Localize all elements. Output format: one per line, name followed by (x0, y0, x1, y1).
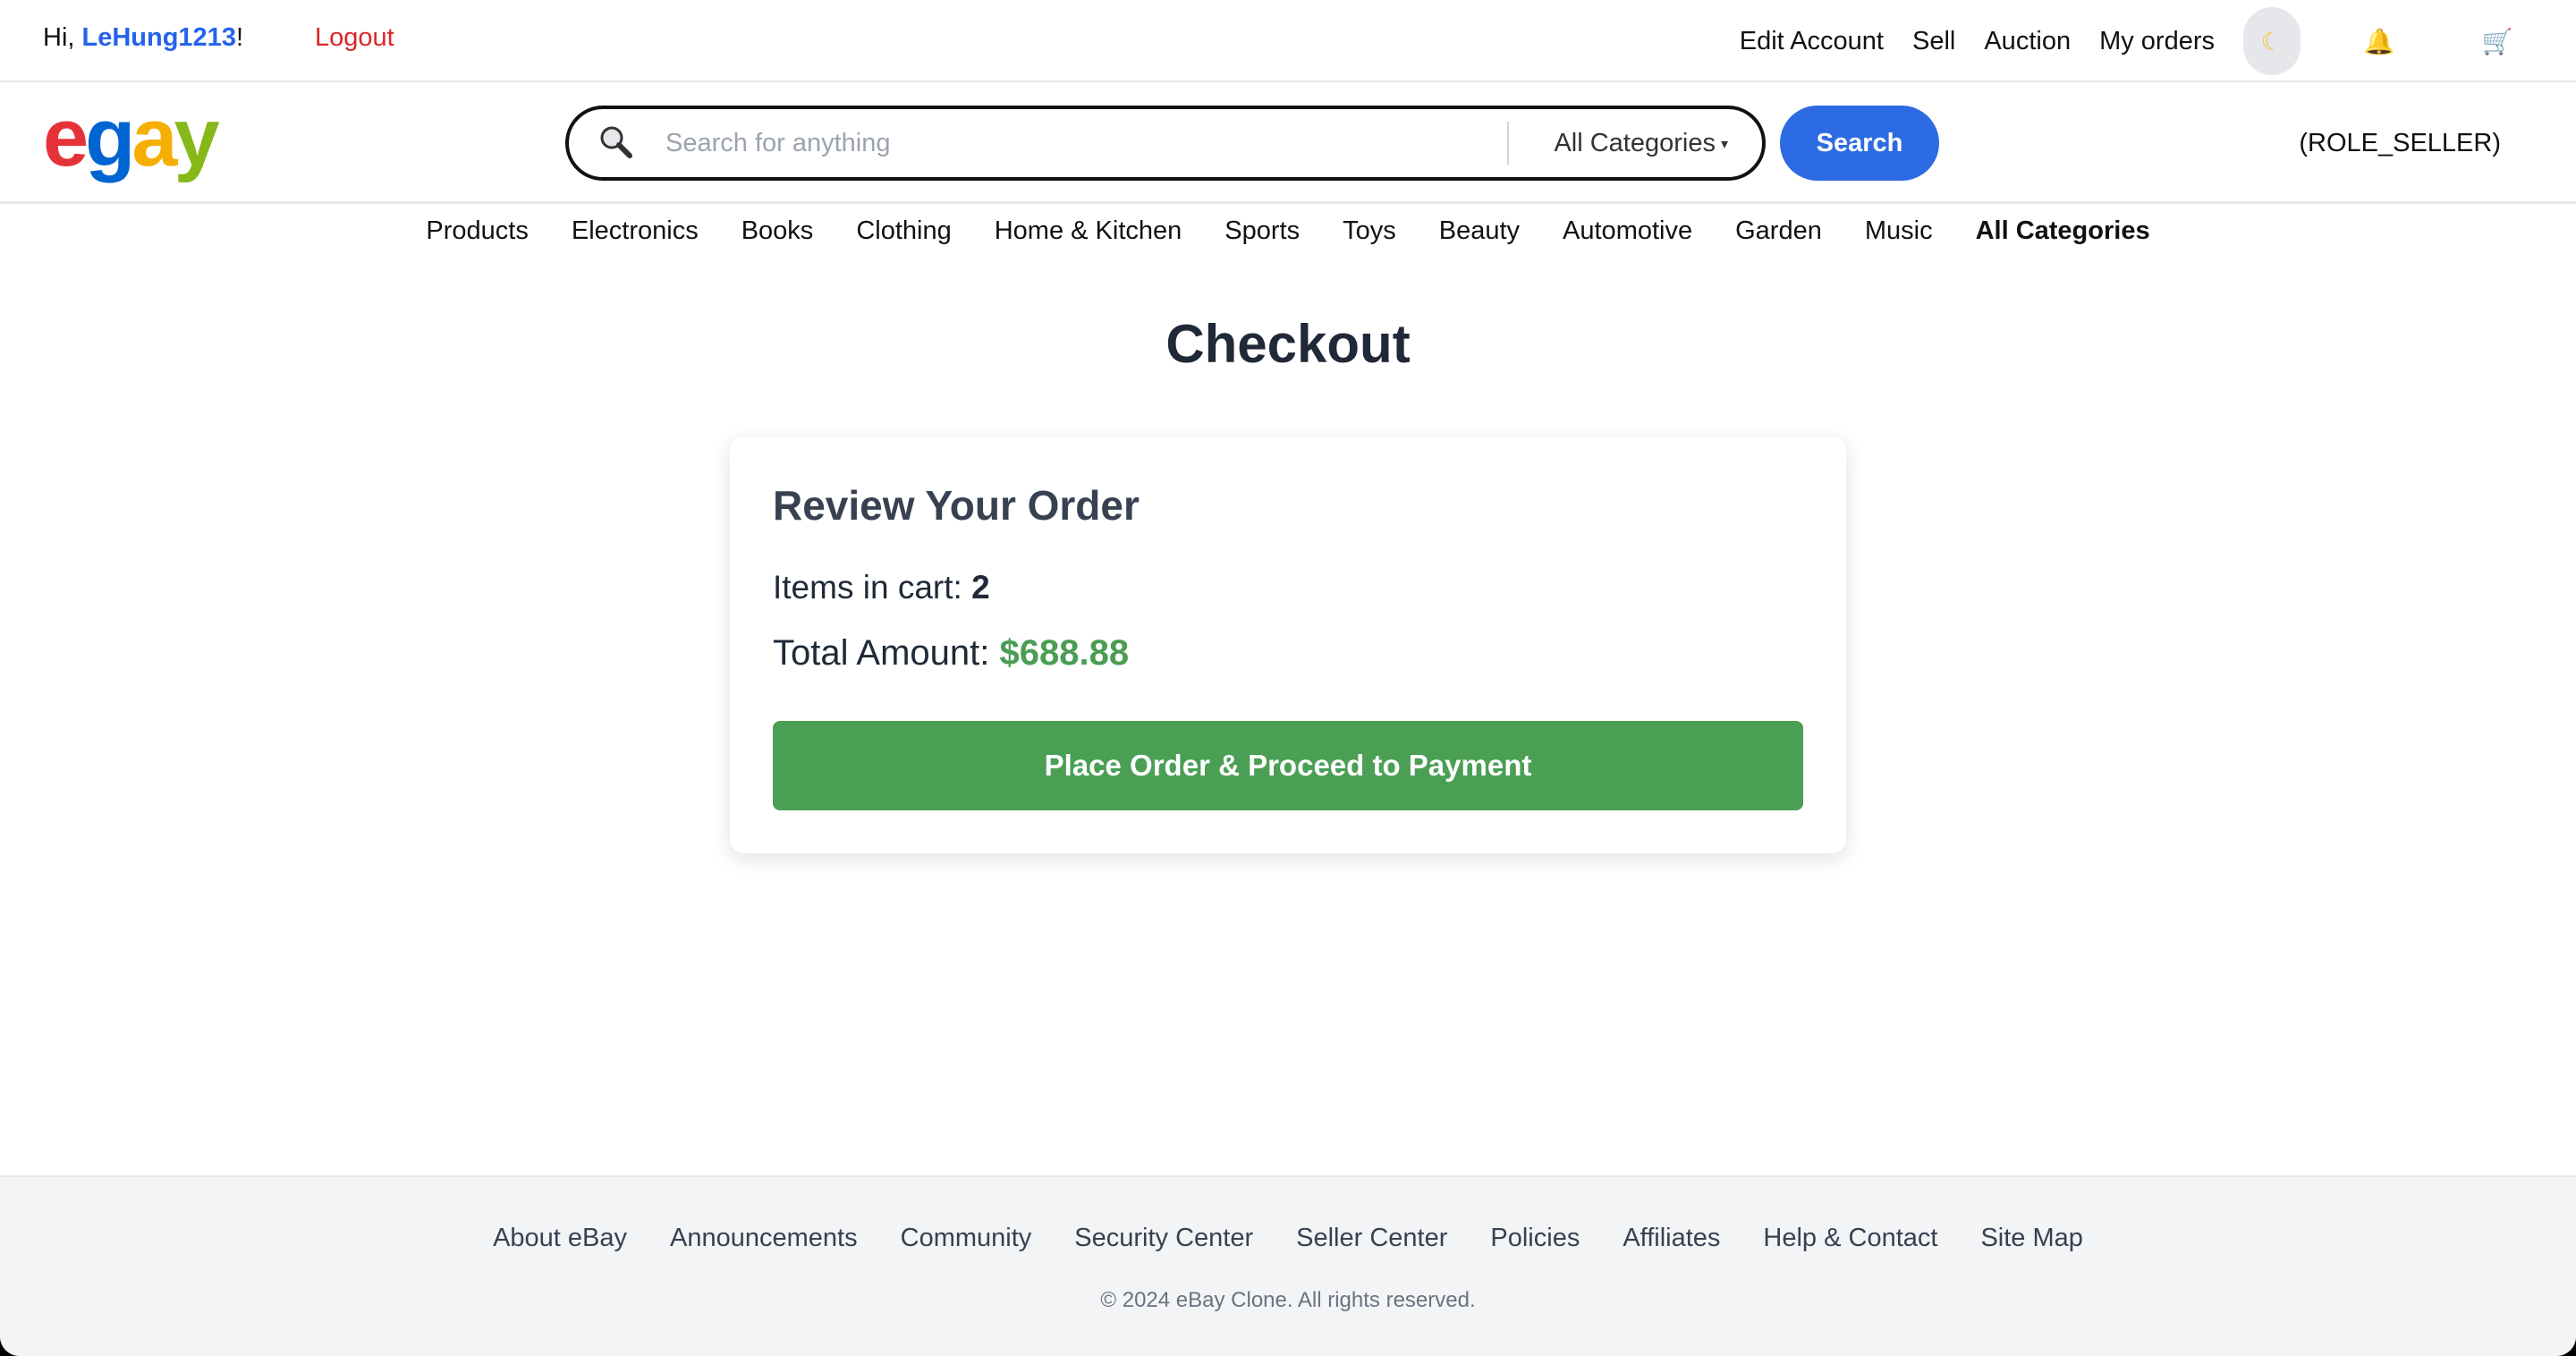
nav-item-beauty[interactable]: Beauty (1439, 216, 1520, 261)
logo[interactable]: egay (43, 97, 220, 179)
logout-link[interactable]: Logout (315, 23, 394, 53)
items-label: Items in cart: (773, 569, 972, 606)
nav-item-home-kitchen[interactable]: Home & Kitchen (995, 216, 1182, 261)
copyright: © 2024 eBay Clone. All rights reserved. (1100, 1288, 1476, 1312)
footer-link-help-contact[interactable]: Help & Contact (1763, 1224, 1937, 1253)
browser-window: Hi, LeHung1213! Logout Edit Account Sell… (0, 0, 2576, 1356)
header: egay All Categories▾ Search (ROLE_SELLER… (0, 82, 2576, 204)
greeting-suffix: ! (235, 23, 244, 52)
notifications-button[interactable]: 🔔 (2358, 27, 2401, 56)
total-value: $688.88 (999, 633, 1130, 673)
theme-toggle-button[interactable]: ☾ (2243, 7, 2301, 75)
total-amount: Total Amount: $688.88 (773, 633, 1129, 674)
footer-link-seller-center[interactable]: Seller Center (1296, 1224, 1447, 1253)
footer-link-about[interactable]: About eBay (493, 1224, 627, 1253)
order-review-card: Review Your Order Items in cart: 2 Total… (730, 436, 1846, 853)
nav-item-garden[interactable]: Garden (1735, 216, 1822, 261)
items-in-cart: Items in cart: 2 (773, 569, 990, 606)
logo-letter-g: g (85, 92, 135, 183)
total-label: Total Amount: (773, 633, 1000, 673)
nav-item-all-categories[interactable]: All Categories (1976, 216, 2150, 261)
footer-links: About eBay Announcements Community Secur… (0, 1224, 2576, 1253)
nav-item-automotive[interactable]: Automotive (1563, 216, 1692, 261)
place-order-button[interactable]: Place Order & Proceed to Payment (773, 721, 1803, 810)
nav-item-electronics[interactable]: Electronics (572, 216, 699, 261)
category-select-label: All Categories (1554, 128, 1716, 157)
auction-link[interactable]: Auction (1984, 27, 2071, 56)
footer-link-community[interactable]: Community (901, 1224, 1032, 1253)
footer-link-affiliates[interactable]: Affiliates (1623, 1224, 1720, 1253)
greeting-prefix: Hi, (43, 23, 82, 52)
search-icon (596, 122, 639, 165)
sell-link[interactable]: Sell (1912, 27, 1955, 56)
nav-item-sports[interactable]: Sports (1224, 216, 1300, 261)
nav-item-toys[interactable]: Toys (1343, 216, 1396, 261)
category-select[interactable]: All Categories ▾ (1509, 129, 1762, 158)
moon-icon: ☾ (2260, 27, 2284, 55)
username[interactable]: LeHung1213 (82, 23, 236, 52)
search-bar: All Categories▾ (565, 106, 1766, 181)
footer-link-policies[interactable]: Policies (1490, 1224, 1580, 1253)
card-heading: Review Your Order (773, 482, 1140, 529)
search-button[interactable]: Search (1780, 106, 1939, 181)
edit-account-link[interactable]: Edit Account (1740, 27, 1884, 56)
nav-item-books[interactable]: Books (741, 216, 814, 261)
chevron-down-icon: ▾ (1720, 136, 1728, 152)
footer-link-security-center[interactable]: Security Center (1074, 1224, 1253, 1253)
logo-letter-y: y (174, 92, 220, 183)
nav-item-music[interactable]: Music (1865, 216, 1933, 261)
greeting: Hi, LeHung1213! (43, 23, 243, 53)
page-title: Checkout (1165, 314, 1411, 374)
search-input[interactable] (639, 116, 1508, 170)
nav-item-clothing[interactable]: Clothing (856, 216, 951, 261)
category-nav: Products Electronics Books Clothing Home… (0, 216, 2576, 261)
cart-icon: 🛒 (2481, 27, 2513, 55)
items-count: 2 (971, 569, 990, 606)
cart-button[interactable]: 🛒 (2476, 27, 2519, 56)
footer-link-site-map[interactable]: Site Map (1980, 1224, 2082, 1253)
my-orders-link[interactable]: My orders (2099, 27, 2215, 56)
nav-item-products[interactable]: Products (426, 216, 528, 261)
top-links: Edit Account Sell Auction My orders ☾ 🔔 … (1740, 0, 2576, 82)
top-bar: Hi, LeHung1213! Logout Edit Account Sell… (0, 0, 2576, 82)
footer-link-announcements[interactable]: Announcements (670, 1224, 858, 1253)
logo-letter-e: e (43, 92, 89, 183)
logo-letter-a: a (131, 92, 177, 183)
footer: About eBay Announcements Community Secur… (0, 1175, 2576, 1356)
bell-icon: 🔔 (2363, 27, 2395, 55)
role-badge: (ROLE_SELLER) (2299, 129, 2501, 157)
